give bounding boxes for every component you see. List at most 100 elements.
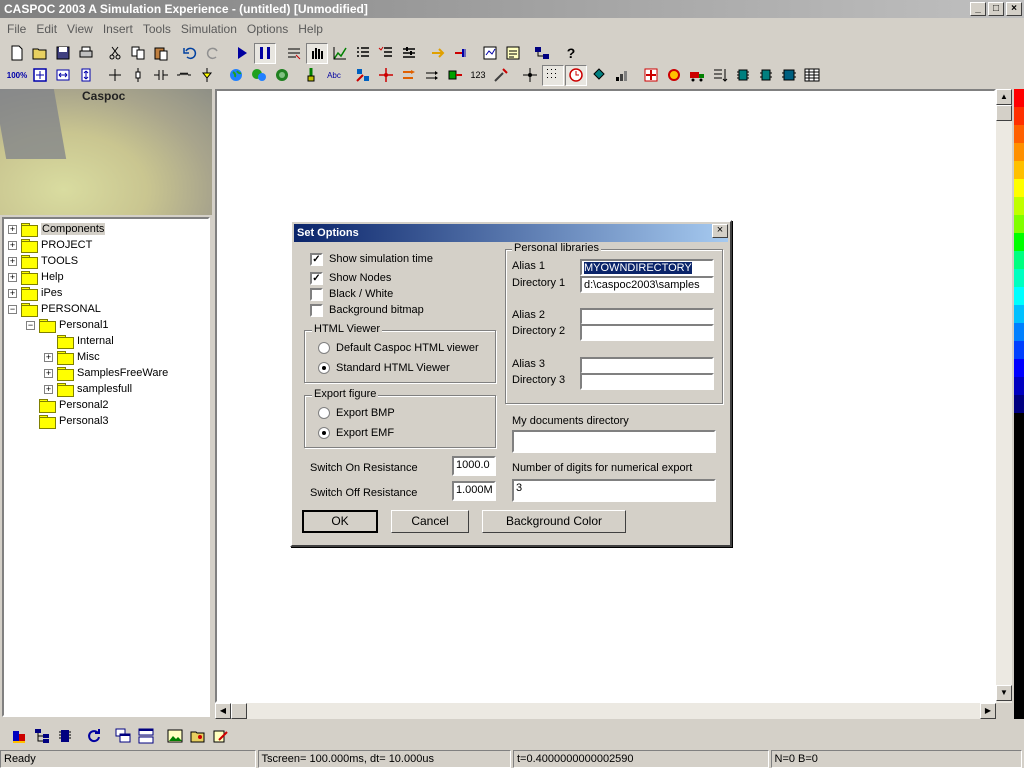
radio-default-html-viewer[interactable]: Default Caspoc HTML viewer: [318, 340, 479, 356]
zoom-100-icon[interactable]: 100%: [6, 65, 28, 86]
move-red-icon[interactable]: [640, 65, 662, 86]
truck-icon[interactable]: [686, 65, 708, 86]
windows-cascade-icon[interactable]: [112, 726, 134, 747]
copy-icon[interactable]: [127, 43, 149, 64]
text-label-icon[interactable]: Abc: [323, 65, 345, 86]
alias2-input[interactable]: [580, 308, 714, 325]
windows-tile-icon[interactable]: [135, 726, 157, 747]
menu-tools[interactable]: Tools: [138, 22, 176, 36]
scroll-down-icon[interactable]: ▼: [996, 685, 1012, 701]
diode-icon[interactable]: [196, 65, 218, 86]
print-icon[interactable]: [75, 43, 97, 64]
tree-expander[interactable]: +: [8, 240, 17, 250]
graph-edit-icon[interactable]: [329, 43, 351, 64]
tree-item-components[interactable]: + Components: [8, 221, 106, 237]
tree-expander[interactable]: +: [8, 272, 17, 282]
component-properties-icon[interactable]: [502, 43, 524, 64]
globe-small-icon[interactable]: [271, 65, 293, 86]
arrow-right-icon[interactable]: [427, 43, 449, 64]
radio-circle[interactable]: [318, 342, 330, 354]
tree-item-tools[interactable]: + TOOLS: [8, 253, 78, 269]
paste-icon[interactable]: [150, 43, 172, 64]
tree-expander[interactable]: +: [8, 224, 17, 234]
maximize-button[interactable]: □: [988, 2, 1004, 16]
zoom-vertical-icon[interactable]: [75, 65, 97, 86]
folder-image-icon[interactable]: [187, 726, 209, 747]
ic-chip-icon[interactable]: [54, 726, 76, 747]
grid-dots-icon[interactable]: [542, 64, 564, 86]
tree-item-personal2[interactable]: Personal2: [26, 397, 109, 413]
gear-yellow-icon[interactable]: [663, 65, 685, 86]
block-diagram-icon[interactable]: [352, 65, 374, 86]
tree-item-project[interactable]: + PROJECT: [8, 237, 92, 253]
menu-simulation[interactable]: Simulation: [176, 22, 242, 36]
menu-file[interactable]: File: [2, 22, 31, 36]
directory1-input[interactable]: d:\caspoc2003\samples: [580, 276, 714, 293]
picture-icon[interactable]: [164, 726, 186, 747]
zoom-horizontal-icon[interactable]: [52, 65, 74, 86]
switch-off-resistance-input[interactable]: 1.000M: [452, 481, 496, 501]
tree-expander[interactable]: +: [44, 384, 53, 394]
radio-circle[interactable]: [318, 407, 330, 419]
scroll-right-icon[interactable]: ▶: [980, 703, 996, 719]
menu-options[interactable]: Options: [242, 22, 293, 36]
scroll-up-icon[interactable]: ▲: [996, 89, 1012, 105]
directory2-input[interactable]: [580, 324, 714, 341]
paint-bucket-icon[interactable]: [588, 65, 610, 86]
background-color-button[interactable]: Background Color: [482, 510, 626, 533]
minimize-button[interactable]: _: [970, 2, 986, 16]
directory3-input[interactable]: [580, 373, 714, 390]
tree-item-misc[interactable]: + Misc: [44, 349, 100, 365]
probe-icon[interactable]: [300, 65, 322, 86]
tool-wrench-icon[interactable]: [490, 65, 512, 86]
tree-expander[interactable]: −: [26, 320, 35, 330]
chip-icon[interactable]: [732, 65, 754, 86]
zoom-fit-icon[interactable]: [29, 65, 51, 86]
checkbox-box[interactable]: ✓: [310, 271, 323, 285]
tree-item-personal1[interactable]: − Personal1: [26, 317, 109, 333]
tree-expander[interactable]: +: [44, 368, 53, 378]
globe-icon[interactable]: [225, 65, 247, 86]
radio-circle[interactable]: [318, 362, 330, 374]
source-green-icon[interactable]: [444, 65, 466, 86]
my-documents-input[interactable]: [512, 430, 716, 453]
checkbox-box[interactable]: ✓: [310, 252, 323, 266]
new-file-icon[interactable]: [6, 43, 28, 64]
text-tool-icon[interactable]: [283, 43, 305, 64]
tree-structure-icon[interactable]: [31, 726, 53, 747]
switch-on-resistance-input[interactable]: 1000.0: [452, 456, 496, 476]
horizontal-scrollbar[interactable]: ◀ ▶: [215, 703, 996, 719]
cut-icon[interactable]: [104, 43, 126, 64]
scroll-left-icon[interactable]: ◀: [215, 703, 231, 719]
refresh-icon[interactable]: [83, 726, 105, 747]
radio-export-bmp[interactable]: Export BMP: [318, 405, 395, 421]
tree-expander[interactable]: +: [8, 288, 17, 298]
menu-help[interactable]: Help: [293, 22, 328, 36]
connect-icon[interactable]: [450, 43, 472, 64]
tree-item-personal[interactable]: − PERSONAL: [8, 301, 101, 317]
list-settings-icon[interactable]: [398, 43, 420, 64]
menu-insert[interactable]: Insert: [98, 22, 138, 36]
radio-standard-html-viewer[interactable]: Standard HTML Viewer: [318, 360, 450, 376]
capacitor-icon[interactable]: [150, 65, 172, 86]
redo-icon[interactable]: [202, 43, 224, 64]
help-icon[interactable]: ?: [560, 43, 582, 64]
undo-icon[interactable]: [179, 43, 201, 64]
numeric-icon[interactable]: 123: [467, 65, 489, 86]
tree-item-personal3[interactable]: Personal3: [26, 413, 109, 429]
show-nodes-checkbox[interactable]: ✓ Show Nodes: [310, 270, 391, 286]
run-simulation-icon[interactable]: [231, 43, 253, 64]
radio-export-emf[interactable]: Export EMF: [318, 425, 394, 441]
list-icon[interactable]: [352, 43, 374, 64]
horizontal-scroll-thumb[interactable]: [231, 703, 247, 719]
level-bars-icon[interactable]: [611, 65, 633, 86]
tree-expander[interactable]: +: [44, 352, 53, 362]
sort-list-icon[interactable]: [709, 65, 731, 86]
menu-edit[interactable]: Edit: [31, 22, 62, 36]
vertical-scrollbar[interactable]: ▲ ▼: [996, 89, 1012, 703]
ok-button[interactable]: OK: [302, 510, 378, 533]
checkbox-box[interactable]: [310, 303, 323, 317]
arrow-double-icon[interactable]: [421, 65, 443, 86]
background-bitmap-checkbox[interactable]: Background bitmap: [310, 302, 424, 318]
tree-item-internal[interactable]: Internal: [44, 333, 114, 349]
